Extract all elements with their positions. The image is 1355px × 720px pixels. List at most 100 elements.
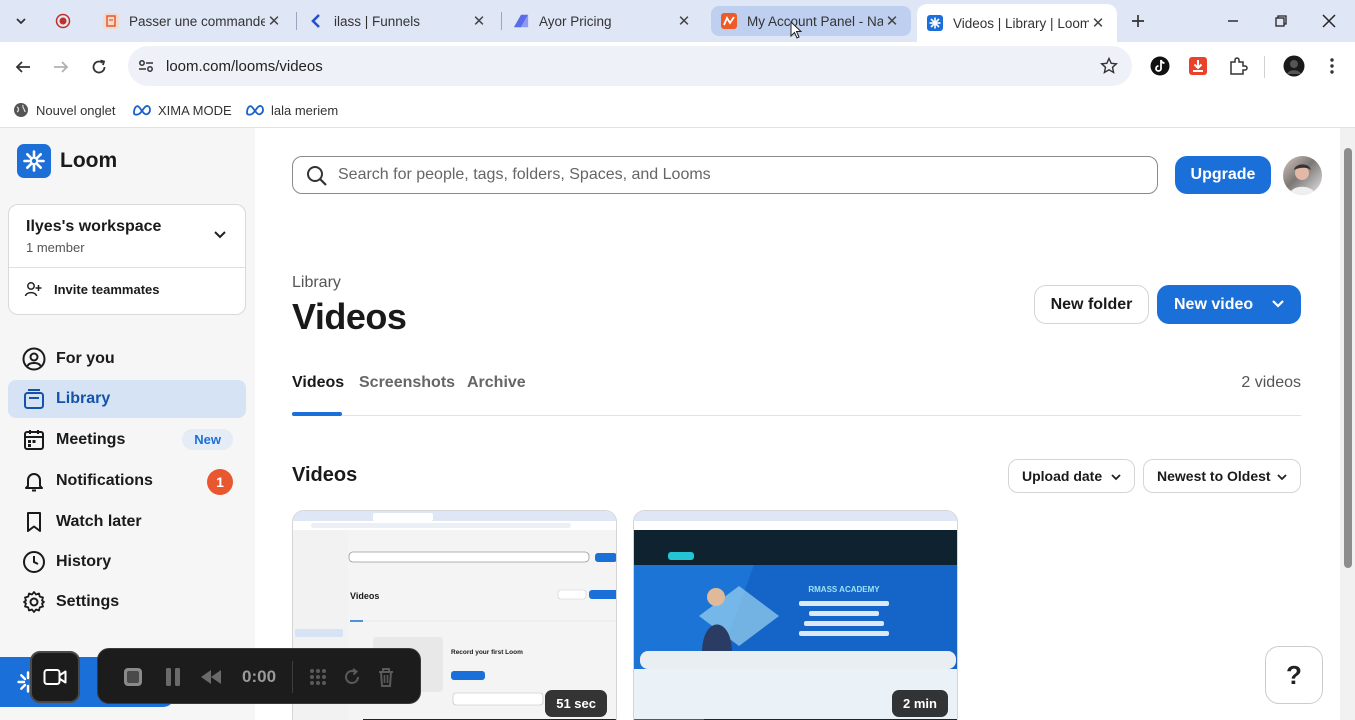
extensions-puzzle-icon[interactable]: [1226, 54, 1250, 78]
close-window-button[interactable]: [1316, 8, 1342, 34]
close-tab-icon[interactable]: ✕: [883, 12, 901, 30]
drawing-tools-button[interactable]: [307, 666, 329, 688]
profile-icon[interactable]: [1282, 54, 1306, 78]
video-card[interactable]: RMASS ACADEMY 2 min: [633, 510, 958, 720]
address-bar[interactable]: loom.com/looms/videos: [128, 46, 1132, 86]
forward-button[interactable]: [47, 53, 75, 81]
extension-tiktok-icon[interactable]: [1148, 54, 1172, 78]
recording-indicator[interactable]: [49, 7, 77, 35]
sidebar-item-meetings[interactable]: Meetings New: [8, 421, 246, 459]
clock-icon: [23, 551, 45, 573]
sidebar-item-library[interactable]: Library: [8, 380, 246, 418]
sidebar-item-notifications[interactable]: Notifications 1: [8, 462, 246, 500]
tab-screenshots[interactable]: Screenshots: [359, 374, 455, 392]
chevron-down-icon: [1111, 474, 1121, 481]
extension-download-icon[interactable]: [1186, 54, 1210, 78]
sort-field-dropdown[interactable]: Upload date: [1008, 459, 1135, 493]
ayor-icon: [513, 13, 529, 29]
sort-order-dropdown[interactable]: Newest to Oldest: [1143, 459, 1301, 493]
bookmark-nouvel-onglet[interactable]: Nouvel onglet: [13, 98, 116, 122]
bookmarks-bar: Nouvel onglet XIMA MODE lala meriem: [0, 92, 1355, 128]
browser-toolbar: loom.com/looms/videos: [0, 42, 1355, 92]
main-content: Upgrade Library Videos New folder New vi…: [255, 128, 1340, 720]
bookmark-lala-meriem[interactable]: lala meriem: [246, 98, 338, 122]
new-badge: New: [182, 429, 233, 450]
tab-title: My Account Panel - Na: [747, 13, 883, 29]
sidebar-item-watch-later[interactable]: Watch later: [8, 503, 246, 541]
rewind-icon: [201, 670, 221, 684]
tab-my-account-panel[interactable]: My Account Panel - Na ✕: [711, 6, 911, 36]
sidebar-item-label: History: [56, 553, 112, 570]
minimize-button[interactable]: [1220, 8, 1246, 34]
minimize-icon: [1228, 20, 1238, 22]
new-video-button[interactable]: New video: [1157, 285, 1301, 324]
search-icon: [307, 166, 327, 186]
user-photo-icon: [1289, 164, 1316, 195]
help-button[interactable]: ?: [1265, 646, 1323, 704]
tab-videos[interactable]: Videos: [292, 374, 344, 392]
chevron-left-icon: [308, 13, 324, 29]
back-button[interactable]: [9, 53, 37, 81]
add-user-icon: [24, 282, 42, 297]
tab-ayor-pricing[interactable]: Ayor Pricing ✕: [503, 6, 703, 36]
bookmark-xima-mode[interactable]: XIMA MODE: [133, 98, 232, 122]
sidebar-item-label: For you: [56, 350, 115, 367]
loom-logo[interactable]: Loom: [17, 144, 117, 178]
tab-passer-commande[interactable]: Passer une commande ✕: [93, 6, 293, 36]
close-tab-icon[interactable]: ✕: [470, 12, 488, 30]
new-tab-button[interactable]: [1124, 7, 1152, 35]
sort-field-label: Upload date: [1022, 468, 1103, 484]
video-duration-badge: 51 sec: [545, 690, 607, 717]
active-tab-indicator: [292, 412, 342, 416]
bookmark-star-icon[interactable]: [1100, 57, 1118, 75]
restart-icon: [345, 668, 359, 684]
breadcrumb[interactable]: Library: [292, 274, 341, 292]
tab-title: Ayor Pricing: [539, 13, 612, 29]
tab-search-button[interactable]: [7, 7, 35, 35]
sidebar-item-settings[interactable]: Settings: [8, 583, 246, 621]
url-text: loom.com/looms/videos: [166, 58, 323, 75]
library-tabs: Videos Screenshots Archive: [292, 372, 1301, 416]
close-tab-icon[interactable]: ✕: [675, 12, 693, 30]
sidebar-item-for-you[interactable]: For you: [8, 340, 246, 378]
restore-icon: [1275, 15, 1287, 27]
recorder-controls: 0:00: [97, 648, 421, 704]
invite-teammates-button[interactable]: Invite teammates: [24, 280, 160, 298]
search-bar[interactable]: [292, 156, 1158, 194]
upgrade-button[interactable]: Upgrade: [1175, 156, 1271, 194]
invite-label: Invite teammates: [54, 281, 160, 297]
bookmark-label: Nouvel onglet: [36, 102, 116, 118]
sidebar-item-label: Library: [56, 390, 111, 407]
tab-title: ilass | Funnels: [334, 13, 421, 29]
pause-button[interactable]: [162, 666, 184, 688]
reload-button[interactable]: [85, 53, 113, 81]
workspace-switcher[interactable]: Ilyes's workspace 1 member: [9, 205, 245, 267]
browser-menu-icon[interactable]: [1320, 54, 1344, 78]
rewind-button[interactable]: [200, 666, 222, 688]
avatar[interactable]: [1283, 156, 1322, 195]
record-icon: [55, 13, 71, 29]
sidebar-item-label: Settings: [56, 593, 120, 610]
tab-ilass-funnels[interactable]: ilass | Funnels ✕: [298, 6, 498, 36]
tab-title: Videos | Library | Loom: [953, 15, 1089, 31]
tab-archive[interactable]: Archive: [467, 374, 526, 392]
video-thumbnail: RMASS ACADEMY: [634, 511, 957, 720]
restart-button[interactable]: [341, 666, 363, 688]
recording-timer: 0:00: [242, 667, 277, 686]
meta-icon: [246, 104, 264, 116]
close-tab-icon[interactable]: ✕: [1089, 14, 1107, 32]
tab-loom-videos[interactable]: Videos | Library | Loom ✕: [917, 4, 1117, 42]
search-input[interactable]: [338, 163, 1138, 187]
sidebar-item-label: Watch later: [56, 513, 142, 530]
restore-button[interactable]: [1268, 8, 1294, 34]
camera-toggle-button[interactable]: [30, 651, 80, 703]
sidebar-item-history[interactable]: History: [8, 543, 246, 581]
page-scrollbar[interactable]: [1340, 128, 1355, 720]
stop-button[interactable]: [122, 666, 144, 688]
close-tab-icon[interactable]: ✕: [265, 12, 283, 30]
scrollbar-thumb[interactable]: [1344, 148, 1352, 568]
new-folder-button[interactable]: New folder: [1034, 285, 1149, 324]
delete-recording-button[interactable]: [375, 666, 397, 688]
tab-separator: [296, 12, 297, 30]
new-video-label: New video: [1174, 295, 1254, 313]
